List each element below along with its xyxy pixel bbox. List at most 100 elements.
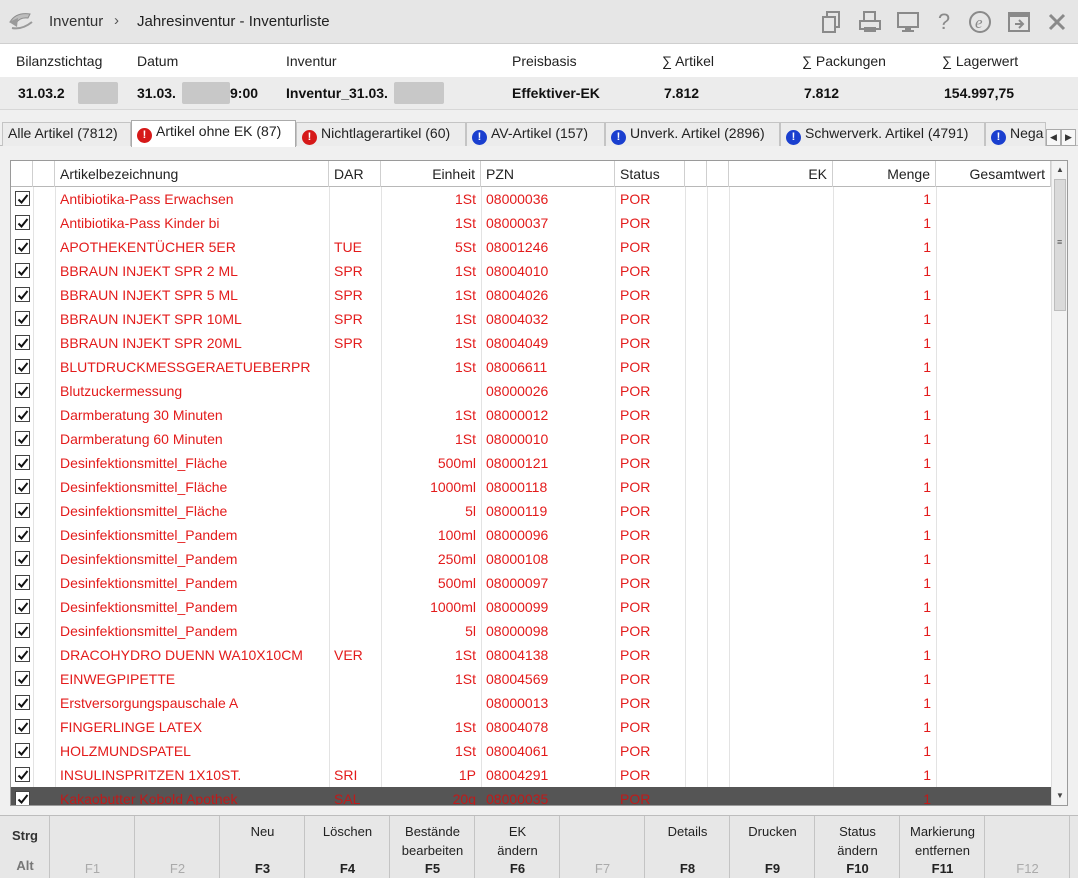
header-check[interactable] (11, 161, 33, 187)
header-blank[interactable] (707, 161, 729, 187)
row-checkbox[interactable] (15, 455, 30, 470)
table-row[interactable]: DRACOHYDRO DUENN WA10X10CM VER 1St 08004138… (11, 643, 1051, 667)
row-checkbox[interactable] (15, 647, 30, 662)
vertical-scrollbar[interactable]: ▲ ≡ ▼ (1051, 161, 1067, 805)
table-row[interactable]: HOLZMUNDSPATEL 1St 08004061 POR 1 (11, 739, 1051, 763)
row-checkbox[interactable] (15, 191, 30, 206)
table-row[interactable]: Desinfektionsmittel_Fläche 500ml 08000121 P… (11, 451, 1051, 475)
row-checkbox[interactable] (15, 263, 30, 278)
table-row[interactable]: BBRAUN INJEKT SPR 5 ML SPR 1St 08004026 POR 1 (11, 283, 1051, 307)
row-checkbox[interactable] (15, 527, 30, 542)
table-row[interactable]: Kakaobutter Kobold Apothek SAL 20g 08000035… (11, 787, 1051, 805)
tab-alle-artikel[interactable]: Alle Artikel (7812) (2, 122, 131, 146)
row-checkbox[interactable] (15, 503, 30, 518)
fkey-f3-button[interactable]: Neu F3 (220, 816, 305, 878)
row-checkbox[interactable] (15, 215, 30, 230)
row-checkbox[interactable] (15, 479, 30, 494)
row-checkbox[interactable] (15, 551, 30, 566)
table-row[interactable]: Darmberatung 60 Minuten 1St 08000010 POR 1 (11, 427, 1051, 451)
tab-scroll-left-button[interactable]: ◀ (1046, 129, 1061, 146)
fkey-f4-button[interactable]: Löschen F4 (305, 816, 390, 878)
header-blank[interactable] (33, 161, 55, 187)
table-row[interactable]: Desinfektionsmittel_Pandem 100ml 08000096 P… (11, 523, 1051, 547)
row-checkbox[interactable] (15, 767, 30, 782)
tab-unverk-artikel[interactable]: ! Unverk. Artikel (2896) (605, 122, 780, 146)
info-e-icon[interactable]: e (967, 9, 993, 35)
row-checkbox[interactable] (15, 407, 30, 422)
table-row[interactable]: Desinfektionsmittel_Pandem 5l 08000098 POR 1 (11, 619, 1051, 643)
table-row[interactable]: EINWEGPIPETTE 1St 08004569 POR 1 (11, 667, 1051, 691)
table-row[interactable]: BBRAUN INJEKT SPR 20ML SPR 1St 08004049 POR 1 (11, 331, 1051, 355)
row-checkbox[interactable] (15, 287, 30, 302)
table-row[interactable]: Desinfektionsmittel_Pandem 500ml 08000097 P… (11, 571, 1051, 595)
row-checkbox[interactable] (15, 359, 30, 374)
header-status[interactable]: Status (615, 161, 685, 187)
table-row[interactable]: BLUTDRUCKMESSGERAETUEBERPR 1St 08006611 POR… (11, 355, 1051, 379)
table-row[interactable]: Darmberatung 30 Minuten 1St 08000012 POR 1 (11, 403, 1051, 427)
table-row[interactable]: Desinfektionsmittel_Fläche 5l 08000119 POR 1 (11, 499, 1051, 523)
fkey-f6-button[interactable]: EK ändern F6 (475, 816, 560, 878)
table-row[interactable]: Erstversorgungspauschale A 08000013 POR 1 (11, 691, 1051, 715)
modifier-alt[interactable]: Alt (0, 858, 50, 873)
tab-artikel-ohne-ek[interactable]: ! Artikel ohne EK (87) (131, 120, 296, 147)
table-row[interactable]: Desinfektionsmittel_Pandem 1000ml 08000099… (11, 595, 1051, 619)
print-icon[interactable] (857, 9, 883, 35)
header-einheit[interactable]: Einheit (381, 161, 481, 187)
row-checkbox[interactable] (15, 599, 30, 614)
back-arrow-icon[interactable] (6, 8, 36, 34)
header-menge[interactable]: Menge (833, 161, 936, 187)
fkey-f7-button[interactable]: F7 (560, 816, 645, 878)
header-gesamtwert[interactable]: Gesamtwert (936, 161, 1051, 187)
tab-scroll-right-button[interactable]: ▶ (1061, 129, 1076, 146)
fkey-f5-button[interactable]: Bestände bearbeiten F5 (390, 816, 475, 878)
fkey-f8-button[interactable]: Details F8 (645, 816, 730, 878)
fkey-f12-button[interactable]: F12 (985, 816, 1070, 878)
monitor-icon[interactable] (895, 9, 921, 35)
tab-nichtlagerartikel[interactable]: ! Nichtlagerartikel (60) (296, 122, 466, 146)
row-checkbox[interactable] (15, 311, 30, 326)
tab-av-artikel[interactable]: ! AV-Artikel (157) (466, 122, 605, 146)
header-pzn[interactable]: PZN (481, 161, 615, 187)
row-checkbox[interactable] (15, 239, 30, 254)
scroll-thumb[interactable]: ≡ (1054, 179, 1066, 311)
fkey-f2-button[interactable]: F2 (135, 816, 220, 878)
row-checkbox[interactable] (15, 623, 30, 638)
row-checkbox[interactable] (15, 575, 30, 590)
breadcrumb-inventur[interactable]: Inventur (49, 13, 103, 30)
fkey-f1-button[interactable]: F1 (50, 816, 135, 878)
help-icon[interactable]: ? (931, 9, 957, 35)
tab-negativ[interactable]: ! Nega (985, 122, 1046, 146)
table-row[interactable]: Antibiotika-Pass Kinder bi 1St 08000037 POR… (11, 211, 1051, 235)
close-icon[interactable] (1044, 9, 1070, 35)
row-checkbox[interactable] (15, 383, 30, 398)
scroll-down-icon[interactable]: ▼ (1054, 789, 1066, 803)
table-row[interactable]: APOTHEKENTÜCHER 5ER TUE 5St 08001246 POR 1 (11, 235, 1051, 259)
modifier-strg[interactable]: Strg (0, 828, 50, 843)
table-row[interactable]: Desinfektionsmittel_Fläche 1000ml 08000118… (11, 475, 1051, 499)
table-row[interactable]: FINGERLINGE LATEX 1St 08004078 POR 1 (11, 715, 1051, 739)
table-row[interactable]: Desinfektionsmittel_Pandem 250ml 08000108 P… (11, 547, 1051, 571)
row-checkbox[interactable] (15, 719, 30, 734)
tab-schwerverk-artikel[interactable]: ! Schwerverk. Artikel (4791) (780, 122, 985, 146)
row-checkbox[interactable] (15, 671, 30, 686)
exit-window-icon[interactable] (1006, 9, 1032, 35)
fkey-f10-button[interactable]: Status ändern F10 (815, 816, 900, 878)
row-checkbox[interactable] (15, 695, 30, 710)
scroll-up-icon[interactable]: ▲ (1054, 163, 1066, 177)
row-checkbox[interactable] (15, 791, 30, 805)
header-blank[interactable] (685, 161, 707, 187)
row-checkbox[interactable] (15, 743, 30, 758)
fkey-f11-button[interactable]: Markierung entfernen F11 (900, 816, 985, 878)
fkey-f9-button[interactable]: Drucken F9 (730, 816, 815, 878)
header-artikelbezeichnung[interactable]: Artikelbezeichnung (55, 161, 329, 187)
header-ek[interactable]: EK (729, 161, 833, 187)
row-checkbox[interactable] (15, 335, 30, 350)
table-row[interactable]: Antibiotika-Pass Erwachsen 1St 08000036 POR… (11, 187, 1051, 211)
copy-icon[interactable] (819, 9, 845, 35)
header-dar[interactable]: DAR (329, 161, 381, 187)
table-row[interactable]: BBRAUN INJEKT SPR 10ML SPR 1St 08004032 POR 1 (11, 307, 1051, 331)
row-checkbox[interactable] (15, 431, 30, 446)
table-row[interactable]: BBRAUN INJEKT SPR 2 ML SPR 1St 08004010 POR 1 (11, 259, 1051, 283)
table-row[interactable]: Blutzuckermessung 08000026 POR 1 (11, 379, 1051, 403)
table-row[interactable]: INSULINSPRITZEN 1X10ST. SRI 1P 08004291 POR 1 (11, 763, 1051, 787)
